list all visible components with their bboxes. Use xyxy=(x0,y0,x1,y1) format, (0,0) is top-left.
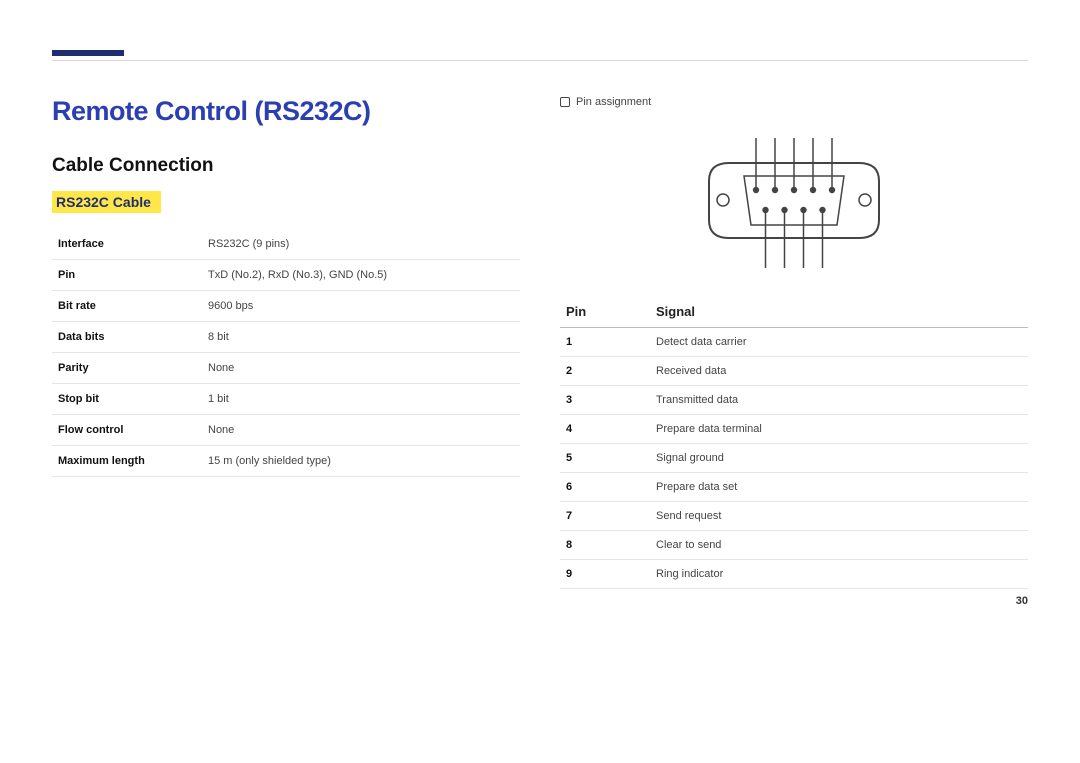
document-page: Remote Control (RS232C) Cable Connection… xyxy=(0,0,1080,619)
pin-signal: Transmitted data xyxy=(650,386,1028,415)
spec-value: TxD (No.2), RxD (No.3), GND (No.5) xyxy=(202,260,520,291)
left-column: Remote Control (RS232C) Cable Connection… xyxy=(52,96,520,589)
pin-signal: Detect data carrier xyxy=(650,328,1028,357)
pin-signal: Signal ground xyxy=(650,444,1028,473)
spec-label: Interface xyxy=(52,229,202,260)
bullet-icon xyxy=(560,97,570,107)
spec-row: Flow controlNone xyxy=(52,415,520,446)
pin-signal-table: Pin Signal 1Detect data carrier 2Receive… xyxy=(560,296,1028,589)
pin-row: 3Transmitted data xyxy=(560,386,1028,415)
spec-label: Data bits xyxy=(52,322,202,353)
spec-row: Maximum length15 m (only shielded type) xyxy=(52,446,520,477)
pin-signal: Send request xyxy=(650,502,1028,531)
section-heading: Cable Connection xyxy=(52,155,520,177)
pin-signal: Prepare data set xyxy=(650,473,1028,502)
spec-value: None xyxy=(202,415,520,446)
spec-value: 8 bit xyxy=(202,322,520,353)
page-title: Remote Control (RS232C) xyxy=(52,96,520,127)
page-number: 30 xyxy=(1016,595,1028,607)
pin-number: 4 xyxy=(560,415,650,444)
spec-label: Flow control xyxy=(52,415,202,446)
pin-number: 9 xyxy=(560,560,650,589)
pin-row: 8Clear to send xyxy=(560,531,1028,560)
pin-number: 8 xyxy=(560,531,650,560)
spec-table: InterfaceRS232C (9 pins) PinTxD (No.2), … xyxy=(52,229,520,477)
pin-row: 9Ring indicator xyxy=(560,560,1028,589)
spec-row: InterfaceRS232C (9 pins) xyxy=(52,229,520,260)
spec-label: Stop bit xyxy=(52,384,202,415)
pin-number: 7 xyxy=(560,502,650,531)
spec-row: ParityNone xyxy=(52,353,520,384)
spec-value: 9600 bps xyxy=(202,291,520,322)
pin-number: 1 xyxy=(560,328,650,357)
pin-row: 1Detect data carrier xyxy=(560,328,1028,357)
pin-row: 4Prepare data terminal xyxy=(560,415,1028,444)
connector-diagram xyxy=(560,118,1028,278)
spec-value: None xyxy=(202,353,520,384)
pin-col-header: Pin xyxy=(560,296,650,328)
subsection-heading: RS232C Cable xyxy=(52,191,161,213)
pin-assignment-label-line: Pin assignment xyxy=(560,96,1028,108)
pin-number: 3 xyxy=(560,386,650,415)
pin-assignment-label: Pin assignment xyxy=(576,96,651,108)
spec-value: 1 bit xyxy=(202,384,520,415)
horizontal-rule xyxy=(52,60,1028,61)
spec-label: Bit rate xyxy=(52,291,202,322)
pin-signal: Ring indicator xyxy=(650,560,1028,589)
pin-number: 6 xyxy=(560,473,650,502)
spec-row: Bit rate9600 bps xyxy=(52,291,520,322)
pin-row: 7Send request xyxy=(560,502,1028,531)
pin-number: 5 xyxy=(560,444,650,473)
pin-row: 6Prepare data set xyxy=(560,473,1028,502)
content-columns: Remote Control (RS232C) Cable Connection… xyxy=(52,96,1028,589)
spec-row: Data bits8 bit xyxy=(52,322,520,353)
spec-label: Parity xyxy=(52,353,202,384)
accent-bar xyxy=(52,50,124,56)
spec-label: Pin xyxy=(52,260,202,291)
pin-row: 2Received data xyxy=(560,357,1028,386)
signal-col-header: Signal xyxy=(650,296,1028,328)
pin-signal: Received data xyxy=(650,357,1028,386)
right-column: Pin assignment xyxy=(560,96,1028,589)
db9-connector-icon xyxy=(699,118,889,278)
pin-signal: Clear to send xyxy=(650,531,1028,560)
spec-value: RS232C (9 pins) xyxy=(202,229,520,260)
spec-value: 15 m (only shielded type) xyxy=(202,446,520,477)
spec-row: Stop bit1 bit xyxy=(52,384,520,415)
page-header-rule xyxy=(52,50,1028,68)
pin-number: 2 xyxy=(560,357,650,386)
pin-row: 5Signal ground xyxy=(560,444,1028,473)
spec-row: PinTxD (No.2), RxD (No.3), GND (No.5) xyxy=(52,260,520,291)
pin-signal: Prepare data terminal xyxy=(650,415,1028,444)
spec-label: Maximum length xyxy=(52,446,202,477)
